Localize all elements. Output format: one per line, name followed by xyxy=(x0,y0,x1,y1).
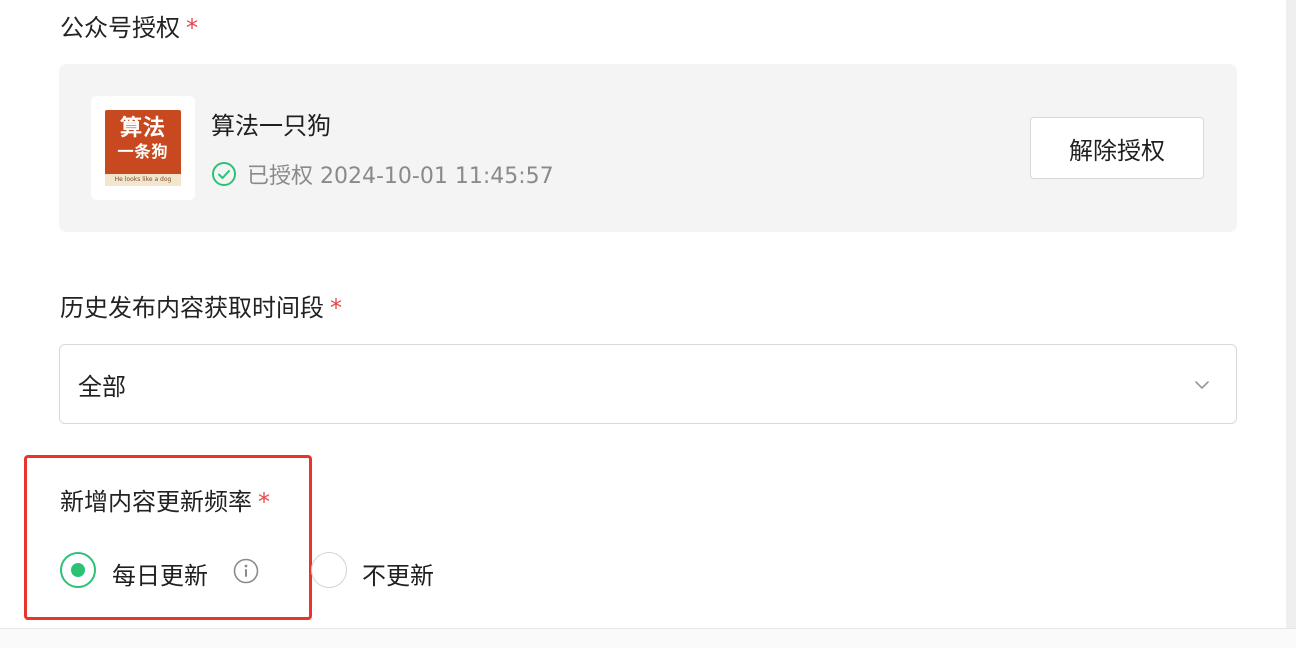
chevron-down-icon xyxy=(1195,381,1209,389)
radio-daily-update[interactable] xyxy=(60,552,96,588)
logo-tagline: He looks like a dog xyxy=(105,174,181,186)
check-circle-icon xyxy=(212,162,236,186)
account-logo: 算法 一条狗 He looks like a dog xyxy=(105,110,181,186)
update-frequency-label: 新增内容更新频率 * xyxy=(60,482,270,517)
radio-no-update-label[interactable]: 不更新 xyxy=(362,556,434,591)
radio-no-update[interactable] xyxy=(311,552,347,588)
account-status-text: 已授权 2024-10-01 11:45:57 xyxy=(247,164,554,189)
logo-text-line2: 一条狗 xyxy=(117,142,169,161)
required-mark: * xyxy=(258,488,270,516)
wechat-auth-label-text: 公众号授权 xyxy=(60,14,180,42)
radio-daily-update-label[interactable]: 每日更新 xyxy=(112,556,208,591)
required-mark: * xyxy=(186,14,198,42)
scrollbar[interactable] xyxy=(1286,0,1296,628)
history-range-select[interactable]: 全部 xyxy=(59,344,1237,424)
highlight-box xyxy=(24,455,312,620)
update-frequency-label-text: 新增内容更新频率 xyxy=(60,488,252,516)
logo-text-line1: 算法 xyxy=(119,116,166,141)
history-range-value: 全部 xyxy=(78,373,126,401)
wechat-auth-label: 公众号授权 * xyxy=(60,8,198,43)
bottom-divider xyxy=(0,628,1296,648)
info-icon[interactable] xyxy=(232,557,260,585)
history-range-label: 历史发布内容获取时间段 * xyxy=(60,288,342,323)
history-range-label-text: 历史发布内容获取时间段 xyxy=(60,294,324,322)
account-card: 算法 一条狗 He looks like a dog 算法一只狗 已授权 202… xyxy=(59,64,1237,232)
avatar: 算法 一条狗 He looks like a dog xyxy=(91,96,195,200)
revoke-auth-button[interactable]: 解除授权 xyxy=(1030,117,1204,179)
account-name: 算法一只狗 xyxy=(211,112,331,140)
account-status: 已授权 2024-10-01 11:45:57 xyxy=(211,158,554,190)
required-mark: * xyxy=(330,294,342,322)
